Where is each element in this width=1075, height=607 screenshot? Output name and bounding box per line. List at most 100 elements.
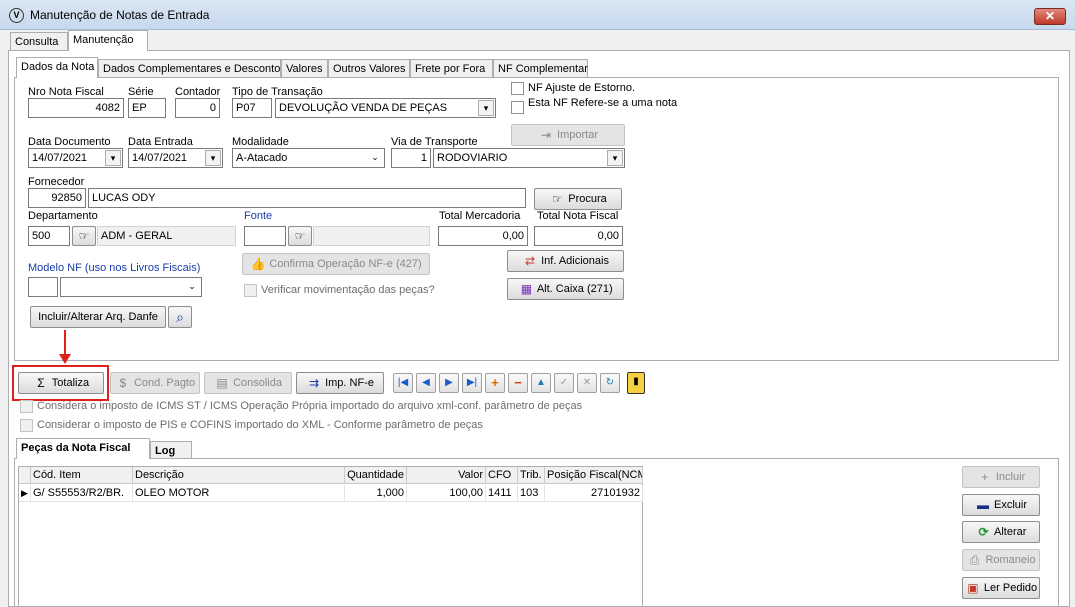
inf-adicionais-button[interactable]: ⇄ Inf. Adicionais: [507, 250, 624, 272]
table-row-cod-item[interactable]: G/ S55553/R2/BR.: [31, 485, 133, 502]
confirma-operacao-label: Confirma Operação NF-e (427): [269, 258, 422, 270]
fonte-code-input[interactable]: [244, 226, 286, 246]
confirm-record-icon[interactable]: ✓: [554, 373, 574, 393]
modalidade-select[interactable]: A-Atacado ⌄: [232, 148, 385, 168]
minus-icon: ▬: [976, 498, 989, 513]
totaliza-button[interactable]: Σ Totaliza: [18, 372, 104, 394]
incluir-label: Incluir: [995, 471, 1026, 483]
via-transporte-select[interactable]: RODOVIARIO ▾: [433, 148, 625, 168]
departamento-code-input[interactable]: 500: [28, 226, 70, 246]
col-cfo[interactable]: CFO: [486, 467, 518, 484]
table-row-posicao-fiscal[interactable]: 27101932: [545, 485, 643, 502]
total-mercadoria-input[interactable]: 0,00: [438, 226, 528, 246]
tipo-transacao-code-input[interactable]: P07: [232, 98, 272, 118]
tipo-transacao-select[interactable]: DEVOLUÇÃO VENDA DE PEÇAS ▾: [275, 98, 496, 118]
fornecedor-code-input[interactable]: 92850: [28, 188, 86, 208]
prev-record-icon[interactable]: ◀: [416, 373, 436, 393]
fornecedor-name-input[interactable]: LUCAS ODY: [88, 188, 526, 208]
modelo-nf-label: Modelo NF (uso nos Livros Fiscais): [28, 262, 201, 274]
data-documento-value: 14/07/2021: [32, 152, 88, 164]
col-posicao-fiscal[interactable]: Posição Fiscal(NCM): [545, 467, 643, 484]
confirma-operacao-button[interactable]: 👍 Confirma Operação NF-e (427): [242, 253, 430, 275]
col-descricao[interactable]: Descrição: [133, 467, 345, 484]
col-quantidade[interactable]: Quantidade: [345, 467, 407, 484]
add-record-icon[interactable]: +: [485, 373, 505, 393]
excluir-button[interactable]: ▬ Excluir: [962, 494, 1040, 516]
importar-button[interactable]: ⇥ Importar: [511, 124, 625, 146]
modelo-nf-select[interactable]: ⌄: [60, 277, 202, 297]
tab-valores[interactable]: Valores: [281, 59, 328, 78]
title-bar: V Manutenção de Notas de Entrada ✕: [0, 0, 1075, 30]
verificar-movimentacao-checkbox[interactable]: [244, 284, 257, 297]
search-icon: ⌕: [176, 309, 184, 326]
table-row-descricao[interactable]: OLEO MOTOR: [133, 485, 345, 502]
sigma-icon: Σ: [37, 376, 45, 391]
edit-record-icon[interactable]: ▲: [531, 373, 551, 393]
tab-frete-por-fora[interactable]: Frete por Fora: [410, 59, 493, 78]
contador-input[interactable]: 0: [175, 98, 220, 118]
departamento-lookup-button[interactable]: ☞: [72, 226, 96, 246]
data-entrada-value: 14/07/2021: [132, 152, 188, 164]
alt-caixa-button[interactable]: ▦ Alt. Caixa (271): [507, 278, 624, 300]
alterar-button[interactable]: ⟳ Alterar: [962, 521, 1040, 543]
close-button[interactable]: ✕: [1034, 8, 1066, 25]
via-transporte-code-input[interactable]: 1: [391, 148, 431, 168]
tab-manutencao[interactable]: Manutenção: [68, 30, 148, 51]
departamento-name-field: ADM - GERAL: [97, 226, 236, 246]
data-entrada-picker[interactable]: 14/07/2021 ▾: [128, 148, 223, 168]
icms-label: Considera o imposto de ICMS ST / ICMS Op…: [37, 400, 583, 412]
delete-record-icon[interactable]: −: [508, 373, 528, 393]
icms-checkbox[interactable]: [20, 400, 33, 413]
table-row-trib[interactable]: 103: [518, 485, 545, 502]
search-danfe-button[interactable]: ⌕: [168, 306, 192, 328]
incluir-danfe-button[interactable]: Incluir/Alterar Arq. Danfe: [30, 306, 166, 328]
incluir-button[interactable]: + Incluir: [962, 466, 1040, 488]
nro-nota-input[interactable]: 4082: [28, 98, 124, 118]
consolida-button[interactable]: ▤ Consolida: [204, 372, 292, 394]
contador-label: Contador: [175, 86, 221, 98]
refere-nota-checkbox[interactable]: [511, 101, 524, 114]
via-transporte-value: RODOVIARIO: [437, 152, 508, 164]
tab-consulta[interactable]: Consulta: [10, 32, 68, 51]
tab-dados-complementares[interactable]: Dados Complementares e Desconto: [98, 59, 281, 78]
grid-indicator-header: [19, 467, 31, 484]
data-entrada-label: Data Entrada: [128, 136, 193, 148]
serie-input[interactable]: EP: [128, 98, 166, 118]
tab-nf-complementar[interactable]: NF Complementar: [493, 59, 588, 78]
last-record-icon[interactable]: ▶|: [462, 373, 482, 393]
chevron-down-icon: ⌄: [371, 152, 379, 162]
refresh-icon[interactable]: ↻: [600, 373, 620, 393]
modelo-nf-code-input[interactable]: [28, 277, 58, 297]
total-nota-fiscal-input[interactable]: 0,00: [534, 226, 623, 246]
col-valor[interactable]: Valor: [407, 467, 486, 484]
procura-button[interactable]: ☞ Procura: [534, 188, 622, 210]
modalidade-value: A-Atacado: [236, 152, 288, 164]
exit-door-icon[interactable]: ▮: [627, 372, 645, 394]
chevron-down-icon: ▾: [607, 150, 623, 166]
pis-cofins-checkbox[interactable]: [20, 419, 33, 432]
first-record-icon[interactable]: |◀: [393, 373, 413, 393]
table-row-valor[interactable]: 100,00: [407, 485, 486, 502]
next-record-icon[interactable]: ▶: [439, 373, 459, 393]
tab-dados-nota[interactable]: Dados da Nota: [16, 57, 98, 78]
modalidade-label: Modalidade: [232, 136, 289, 148]
chevron-down-icon: ▾: [105, 150, 121, 166]
table-row-cfo[interactable]: 1411: [486, 485, 518, 502]
col-cod-item[interactable]: Cód. Item: [31, 467, 133, 484]
cancel-record-icon[interactable]: ✕: [577, 373, 597, 393]
plus-icon: +: [981, 470, 989, 485]
romaneio-button[interactable]: ⎙ Romaneio: [962, 549, 1040, 571]
table-row-quantidade[interactable]: 1,000: [345, 485, 407, 502]
read-order-icon: ▣: [967, 581, 979, 596]
col-trib[interactable]: Trib.: [518, 467, 545, 484]
estorno-checkbox[interactable]: [511, 82, 524, 95]
cond-pagto-button[interactable]: $ Cond. Pagto: [110, 372, 200, 394]
thumbs-up-icon: 👍: [250, 257, 266, 272]
chevron-down-icon: ▾: [478, 100, 494, 116]
tab-outros-valores[interactable]: Outros Valores: [328, 59, 410, 78]
tab-pecas-nota-fiscal[interactable]: Peças da Nota Fiscal: [16, 438, 150, 459]
imp-nfe-button[interactable]: ⇉ Imp. NF-e: [296, 372, 384, 394]
ler-pedido-button[interactable]: ▣ Ler Pedido: [962, 577, 1040, 599]
data-documento-picker[interactable]: 14/07/2021 ▾: [28, 148, 123, 168]
fonte-lookup-button[interactable]: ☞: [288, 226, 312, 246]
